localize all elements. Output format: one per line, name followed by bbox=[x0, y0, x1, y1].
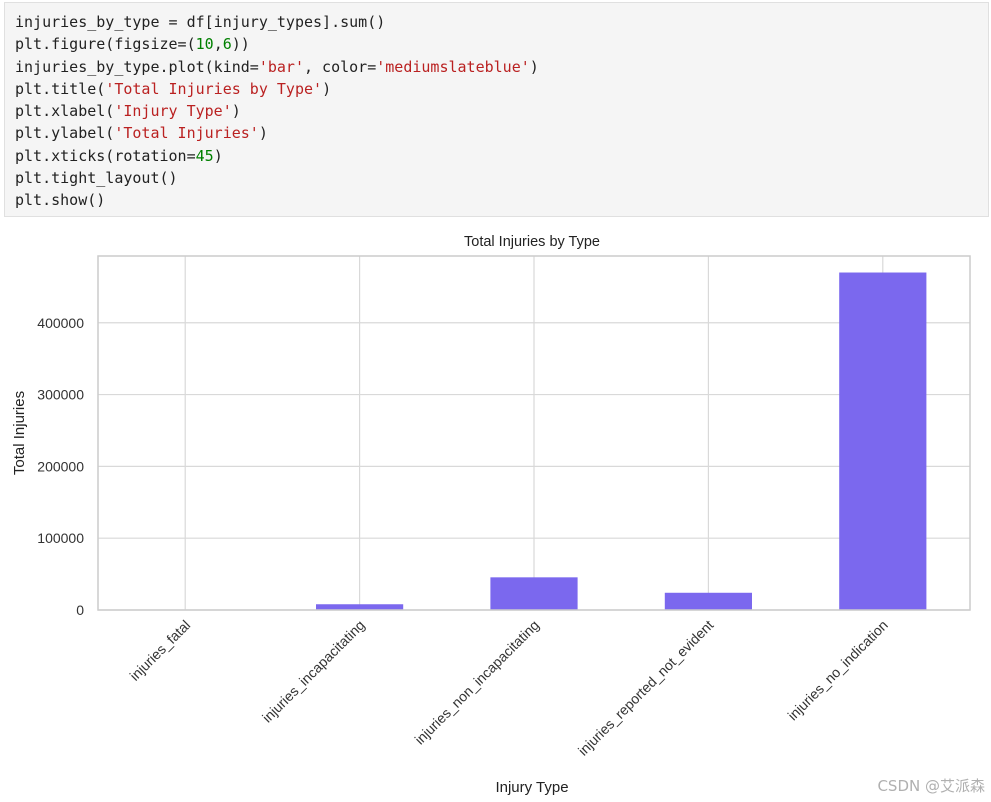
bar bbox=[839, 272, 927, 610]
code-line: plt.xticks(rotation=45) bbox=[15, 146, 223, 165]
y-tick-label: 200000 bbox=[37, 458, 84, 474]
code-line: plt.show() bbox=[15, 191, 106, 210]
code-line: plt.ylabel('Total Injuries') bbox=[15, 124, 268, 143]
bar bbox=[664, 592, 752, 610]
watermark: CSDN @艾派森 bbox=[877, 777, 985, 795]
x-tick-label: injuries_reported_not_evident bbox=[575, 617, 717, 759]
y-axis-label: Total Injuries bbox=[11, 391, 28, 475]
code-line: plt.title('Total Injuries by Type') bbox=[15, 79, 332, 98]
code-line: plt.xlabel('Injury Type') bbox=[15, 102, 241, 121]
bar bbox=[316, 604, 404, 610]
x-tick-label: injuries_non_incapacitating bbox=[411, 617, 542, 748]
code-line: injuries_by_type = df[injury_types].sum(… bbox=[15, 13, 386, 31]
chart-title: Total Injuries by Type bbox=[464, 234, 600, 250]
x-tick-label: injuries_incapacitating bbox=[259, 617, 368, 726]
code-line: plt.figure(figsize=(10,6)) bbox=[15, 35, 250, 54]
code-line: injuries_by_type.plot(kind='bar', color=… bbox=[15, 57, 539, 76]
x-tick-label: injuries_fatal bbox=[126, 617, 193, 684]
x-tick-label: injuries_no_indication bbox=[784, 617, 891, 724]
x-axis-label: Injury Type bbox=[495, 779, 568, 796]
code-cell[interactable]: injuries_by_type = df[injury_types].sum(… bbox=[4, 2, 989, 217]
code-line: plt.tight_layout() bbox=[15, 169, 178, 188]
bar-chart: 0 100000 200000 300000 400000 injuries_fatal i… bbox=[11, 234, 971, 796]
y-tick-label: 100000 bbox=[37, 530, 84, 546]
y-tick-label: 400000 bbox=[37, 315, 84, 331]
y-tick-label: 300000 bbox=[37, 387, 84, 403]
bar bbox=[490, 577, 578, 610]
y-tick-label: 0 bbox=[76, 602, 84, 618]
